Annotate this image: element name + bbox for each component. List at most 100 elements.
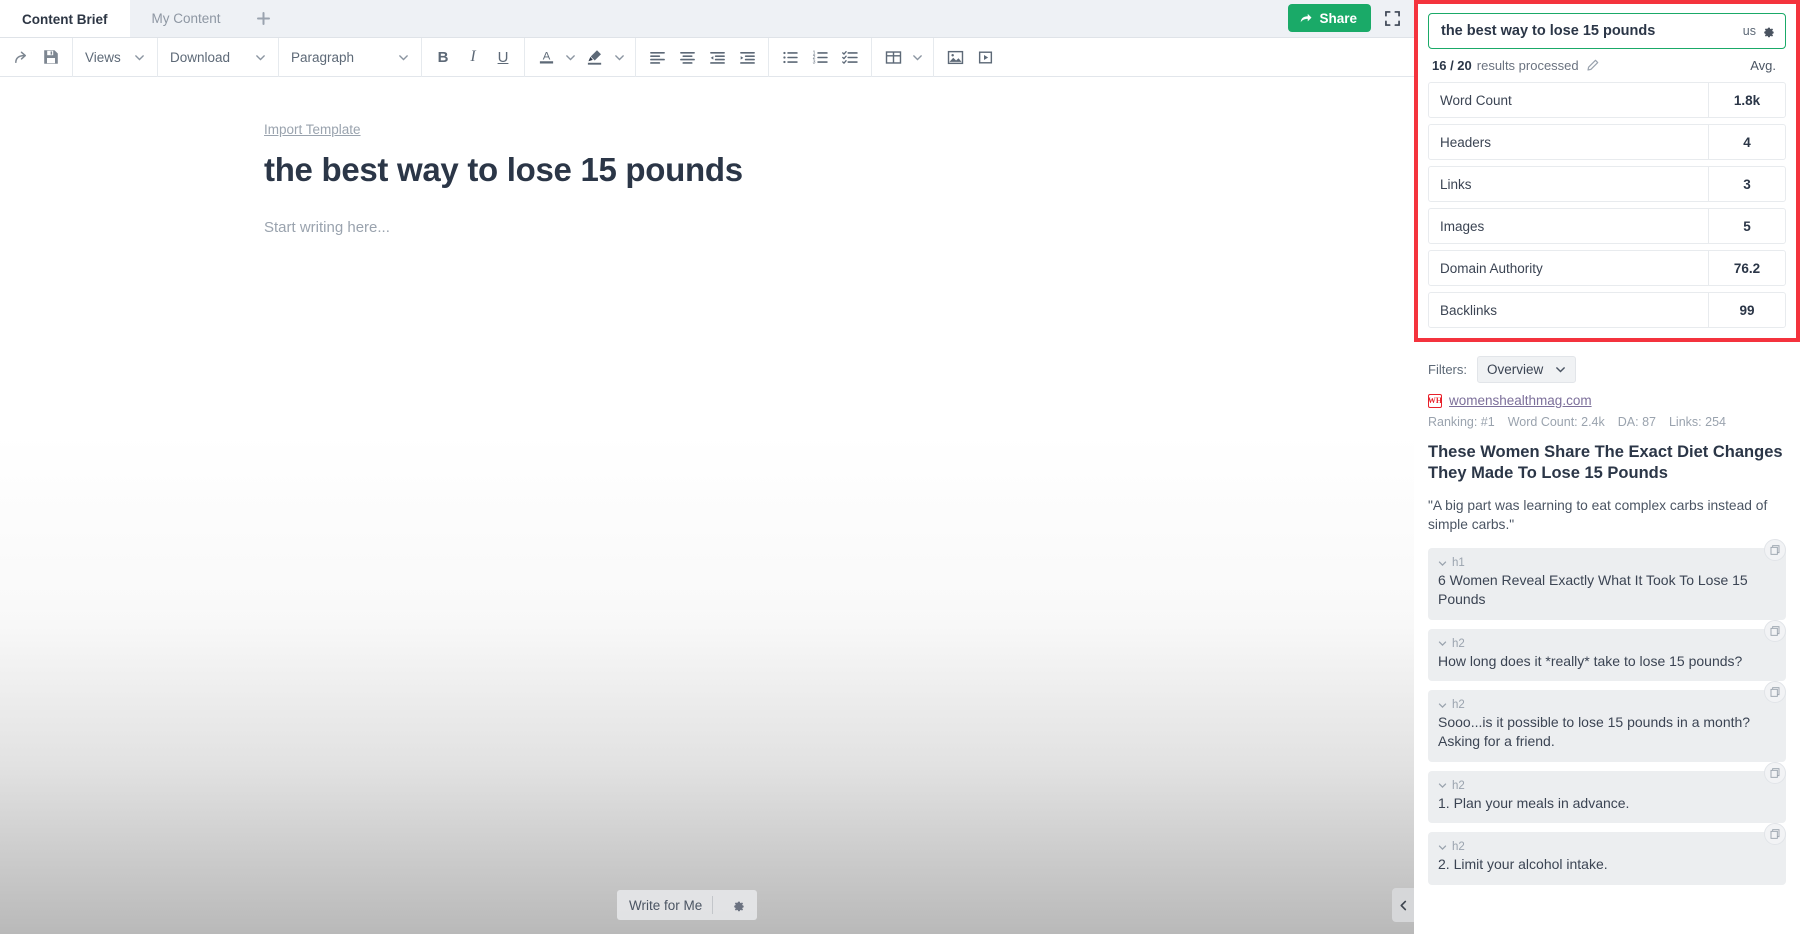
align-left-icon[interactable]: [642, 42, 672, 72]
svg-text:A: A: [542, 50, 550, 62]
tab-bar-actions: Share: [1288, 0, 1414, 37]
heading-tag-row: h2: [1438, 638, 1752, 650]
copy-icon[interactable]: [1764, 762, 1786, 784]
text-color-dropdown[interactable]: [561, 42, 580, 72]
share-button[interactable]: Share: [1288, 4, 1371, 32]
locale-label: us: [1743, 24, 1756, 38]
keyword-input[interactable]: the best way to lose 15 pounds us: [1428, 13, 1786, 49]
numbered-list-icon[interactable]: 123: [805, 42, 835, 72]
video-icon[interactable]: [970, 42, 1000, 72]
filters-label: Filters:: [1428, 362, 1467, 377]
paragraph-style-dropdown[interactable]: Paragraph: [285, 42, 415, 72]
metric-value: 99: [1708, 293, 1785, 327]
tab-label: My Content: [152, 11, 221, 26]
bullet-list-icon[interactable]: [775, 42, 805, 72]
toolbar-group-download: Download: [158, 38, 279, 77]
bold-button[interactable]: B: [428, 42, 458, 72]
copy-icon[interactable]: [1764, 823, 1786, 845]
toolbar-group-align: [636, 38, 769, 77]
results-list[interactable]: WH womenshealthmag.com Ranking: #1 Word …: [1414, 393, 1800, 934]
share-arrow-icon: [1299, 11, 1313, 25]
views-dropdown[interactable]: Views: [79, 42, 151, 72]
metrics-list: Word Count 1.8k Headers 4 Links 3 Images…: [1428, 82, 1786, 328]
views-label: Views: [85, 50, 121, 65]
metric-name: Word Count: [1429, 83, 1708, 117]
highlighter-icon[interactable]: [580, 42, 610, 72]
table-dropdown[interactable]: [908, 42, 927, 72]
metric-value: 76.2: [1708, 251, 1785, 285]
filters-select[interactable]: Overview: [1477, 356, 1576, 383]
chevron-down-icon: [912, 52, 923, 63]
tab-content-brief[interactable]: Content Brief: [0, 0, 130, 37]
filters-selected-value: Overview: [1487, 362, 1543, 377]
save-icon[interactable]: [36, 42, 66, 72]
table-row: Domain Authority 76.2: [1428, 250, 1786, 286]
gear-icon[interactable]: [1761, 24, 1775, 38]
copy-icon[interactable]: [1764, 539, 1786, 561]
metric-name: Backlinks: [1429, 293, 1708, 327]
chevron-down-icon: [398, 52, 409, 63]
fade-overlay: [0, 434, 1414, 934]
result-ranking: Ranking: #1: [1428, 415, 1495, 429]
text-color-button[interactable]: A: [531, 42, 561, 72]
result-title: These Women Share The Exact Diet Changes…: [1428, 442, 1786, 484]
copy-icon[interactable]: [1764, 681, 1786, 703]
list-item[interactable]: h1 6 Women Reveal Exactly What It Took T…: [1428, 548, 1786, 619]
align-center-icon[interactable]: [672, 42, 702, 72]
toolbar-group-history: [0, 38, 73, 77]
result-domain-link[interactable]: womenshealthmag.com: [1449, 393, 1592, 408]
fullscreen-icon[interactable]: [1385, 11, 1400, 26]
list-item[interactable]: h2 2. Limit your alcohol intake.: [1428, 832, 1786, 885]
pencil-icon[interactable]: [1586, 59, 1599, 72]
heading-tag: h2: [1452, 780, 1465, 792]
image-icon[interactable]: [940, 42, 970, 72]
toolbar-group-color: A: [525, 38, 636, 77]
text-color-icon: A: [538, 48, 555, 66]
heading-tag-row: h1: [1438, 557, 1752, 569]
document-canvas[interactable]: Import Template the best way to lose 15 …: [0, 77, 1414, 934]
heading-text: 6 Women Reveal Exactly What It Took To L…: [1438, 571, 1752, 608]
collapse-panel-button[interactable]: [1392, 888, 1414, 922]
table-icon[interactable]: [878, 42, 908, 72]
copy-icon[interactable]: [1764, 620, 1786, 642]
chevron-down-icon[interactable]: [1438, 781, 1447, 790]
chevron-down-icon: [134, 52, 145, 63]
document-body: Import Template the best way to lose 15 …: [0, 77, 1414, 236]
document-placeholder[interactable]: Start writing here...: [264, 219, 1414, 236]
metric-value: 4: [1708, 125, 1785, 159]
add-tab-button[interactable]: [243, 0, 284, 37]
toolbar-group-format: Paragraph: [279, 38, 422, 77]
chevron-down-icon[interactable]: [1438, 639, 1447, 648]
toolbar-group-views: Views: [73, 38, 158, 77]
gear-icon[interactable]: [723, 898, 753, 912]
list-item[interactable]: h2 1. Plan your meals in advance.: [1428, 771, 1786, 824]
document-title[interactable]: the best way to lose 15 pounds: [264, 151, 1414, 189]
result-da: DA: 87: [1618, 415, 1656, 429]
italic-button[interactable]: I: [458, 42, 488, 72]
metric-value: 1.8k: [1708, 83, 1785, 117]
highlight-color-dropdown[interactable]: [610, 42, 629, 72]
import-template-link[interactable]: Import Template: [264, 122, 361, 137]
write-for-me-button[interactable]: Write for Me: [617, 890, 757, 920]
paragraph-label: Paragraph: [291, 50, 354, 65]
checklist-icon[interactable]: [835, 42, 865, 72]
plus-icon: [257, 12, 270, 25]
result-word-count: Word Count: 2.4k: [1508, 415, 1605, 429]
underline-button[interactable]: U: [488, 42, 518, 72]
chevron-down-icon[interactable]: [1438, 701, 1447, 710]
tab-label: Content Brief: [22, 12, 108, 27]
table-row: Images 5: [1428, 208, 1786, 244]
chevron-down-icon[interactable]: [1438, 559, 1447, 568]
redo-icon[interactable]: [6, 42, 36, 72]
app-root: Content Brief My Content Share: [0, 0, 1800, 934]
chevron-down-icon[interactable]: [1438, 843, 1447, 852]
chevron-down-icon: [565, 52, 576, 63]
list-item[interactable]: h2 Sooo...is it possible to lose 15 poun…: [1428, 690, 1786, 761]
result-links: Links: 254: [1669, 415, 1726, 429]
heading-tag: h1: [1452, 557, 1465, 569]
tab-my-content[interactable]: My Content: [130, 0, 243, 37]
outdent-icon[interactable]: [702, 42, 732, 72]
indent-icon[interactable]: [732, 42, 762, 72]
download-dropdown[interactable]: Download: [164, 42, 272, 72]
list-item[interactable]: h2 How long does it *really* take to los…: [1428, 629, 1786, 682]
